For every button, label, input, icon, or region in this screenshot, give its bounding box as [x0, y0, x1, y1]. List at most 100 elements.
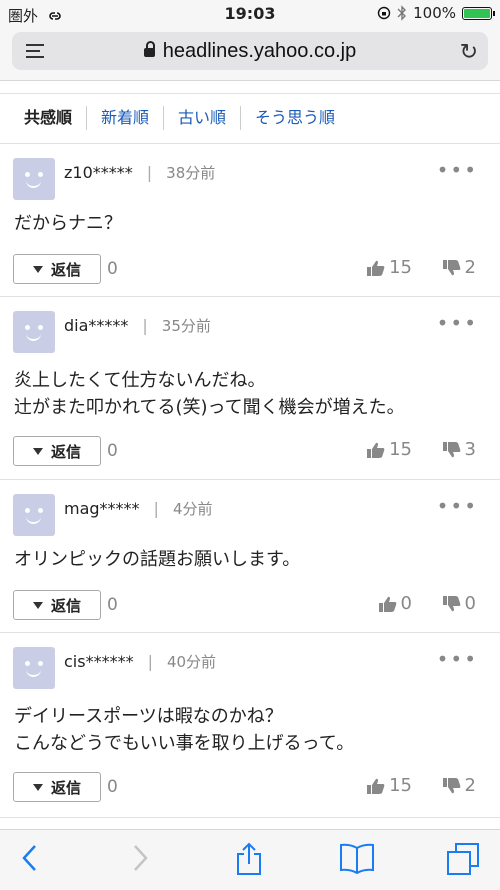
thumbs-up-icon	[367, 260, 385, 276]
battery-icon	[462, 6, 495, 20]
like-count: 15	[389, 257, 412, 278]
bluetooth-icon	[397, 5, 407, 21]
avatar[interactable]	[13, 647, 55, 689]
bookmarks-icon[interactable]	[338, 842, 376, 874]
battery-percent: 100%	[413, 4, 456, 22]
like-count: 0	[400, 593, 412, 614]
reply-count: 0	[107, 441, 118, 461]
browser-toolbar	[0, 829, 500, 890]
comment-meta: dia***** | 35分前	[64, 315, 211, 336]
thumbs-up-icon	[367, 442, 385, 458]
comment-text: だからナニ？	[14, 210, 122, 237]
reply-label: 返信	[50, 442, 81, 461]
username[interactable]: z10*****	[64, 163, 133, 182]
avatar[interactable]	[13, 494, 55, 536]
tab-newest[interactable]: 新着順	[87, 106, 165, 130]
comment-item: z10***** | 38分前 ••• だからナニ？ 返信 0 15 2	[0, 144, 500, 297]
avatar[interactable]	[13, 311, 55, 353]
comment-text: 炎上したくて仕方ないんだね。 辻がまた叩かれてる(笑)って聞く機会が増えた。	[14, 367, 405, 421]
reply-label: 返信	[50, 260, 81, 279]
comment-text: デイリースポーツは暇なのかね？ こんなどうでもいい事を取り上げるって。	[14, 703, 354, 757]
thumbs-down-icon	[442, 777, 460, 793]
dislike-button[interactable]: 3	[442, 439, 476, 460]
meta-separator: |	[142, 316, 148, 335]
comment-item: cis****** | 40分前 ••• デイリースポーツは暇なのかね？ こんな…	[0, 633, 500, 818]
meta-separator: |	[146, 163, 153, 182]
more-options-icon[interactable]: •••	[437, 311, 478, 335]
username[interactable]: cis******	[64, 652, 134, 671]
comment-meta: z10***** | 38分前	[64, 162, 215, 183]
rotation-lock-icon	[377, 6, 391, 20]
like-count: 15	[389, 775, 412, 796]
meta-separator: |	[147, 652, 153, 671]
like-button[interactable]: 15	[367, 257, 412, 278]
like-button[interactable]: 0	[378, 593, 412, 614]
tabs-icon[interactable]	[446, 842, 480, 876]
dislike-button[interactable]: 2	[442, 775, 476, 796]
timestamp: 38分前	[166, 164, 216, 182]
comment-line: 炎上したくて仕方ないんだね。	[14, 370, 266, 391]
comment-line: 辻がまた叩かれてる(笑)って聞く機会が増えた。	[14, 397, 405, 418]
url-text: headlines.yahoo.co.jp	[162, 40, 357, 62]
url-field[interactable]: headlines.yahoo.co.jp ↻	[12, 32, 488, 70]
thumbs-down-icon	[442, 259, 460, 275]
caret-down-icon	[32, 783, 43, 791]
reply-button[interactable]: 返信	[13, 590, 101, 620]
dislike-button[interactable]: 0	[442, 593, 476, 614]
caret-down-icon	[32, 265, 43, 273]
status-right: 100%	[377, 4, 495, 22]
comment-line: オリンピックの話題お願いします。	[14, 549, 301, 570]
reload-icon[interactable]: ↻	[460, 40, 478, 65]
comment-item: dia***** | 35分前 ••• 炎上したくて仕方ないんだね。 辻がまた叩…	[0, 297, 500, 480]
chevron-left-icon[interactable]	[18, 842, 42, 874]
comment-line: デイリースポーツは暇なのかね？	[14, 706, 283, 727]
like-button[interactable]: 15	[367, 439, 412, 460]
timestamp: 35分前	[161, 317, 211, 335]
caret-down-icon	[32, 601, 43, 609]
caret-down-icon	[32, 447, 43, 455]
url-display[interactable]: headlines.yahoo.co.jp	[12, 40, 488, 63]
status-bar: 圏外 19:03 100%	[0, 0, 500, 28]
comment-line: こんなどうでもいい事を取り上げるって。	[14, 733, 355, 754]
comment-meta: mag***** | 4分前	[64, 498, 212, 519]
username[interactable]: dia*****	[64, 316, 128, 335]
sort-bar: 共感順 新着順 古い順 そう思う順	[0, 93, 500, 144]
reply-button[interactable]: 返信	[13, 772, 101, 802]
dislike-count: 2	[464, 257, 476, 278]
tab-empathy[interactable]: 共感順	[10, 106, 88, 130]
dislike-count: 0	[464, 593, 476, 614]
lock-icon	[143, 41, 155, 57]
more-options-icon[interactable]: •••	[437, 494, 478, 518]
reply-button[interactable]: 返信	[13, 436, 101, 466]
reply-button[interactable]: 返信	[13, 254, 101, 284]
more-options-icon[interactable]: •••	[437, 158, 478, 182]
reply-label: 返信	[50, 596, 81, 615]
dislike-count: 3	[464, 439, 476, 460]
chevron-right-icon[interactable]	[128, 842, 152, 874]
tab-oldest[interactable]: 古い順	[164, 106, 242, 130]
like-count: 15	[389, 439, 412, 460]
comment-text: オリンピックの話題お願いします。	[14, 546, 300, 573]
avatar[interactable]	[13, 158, 55, 200]
thumbs-down-icon	[442, 441, 460, 457]
timestamp: 40分前	[166, 653, 217, 671]
thumbs-up-icon	[367, 778, 385, 794]
thumbs-up-icon	[378, 596, 396, 612]
username[interactable]: mag*****	[64, 499, 140, 518]
tab-agree[interactable]: そう思う順	[241, 106, 349, 130]
timestamp: 4分前	[172, 500, 213, 518]
dislike-count: 2	[464, 775, 476, 796]
reply-count: 0	[107, 259, 118, 279]
comment-line: だからナニ？	[14, 213, 122, 234]
reply-count: 0	[107, 777, 118, 797]
more-options-icon[interactable]: •••	[437, 647, 478, 671]
like-button[interactable]: 15	[367, 775, 412, 796]
comment-item: mag***** | 4分前 ••• オリンピックの話題お願いします。 返信 0…	[0, 480, 500, 633]
browser-address-bar: headlines.yahoo.co.jp ↻	[0, 28, 500, 81]
share-icon[interactable]	[234, 842, 264, 876]
meta-separator: |	[153, 499, 159, 518]
dislike-button[interactable]: 2	[442, 257, 476, 278]
comment-meta: cis****** | 40分前	[64, 651, 216, 672]
thumbs-down-icon	[442, 595, 460, 611]
reply-label: 返信	[50, 778, 81, 797]
